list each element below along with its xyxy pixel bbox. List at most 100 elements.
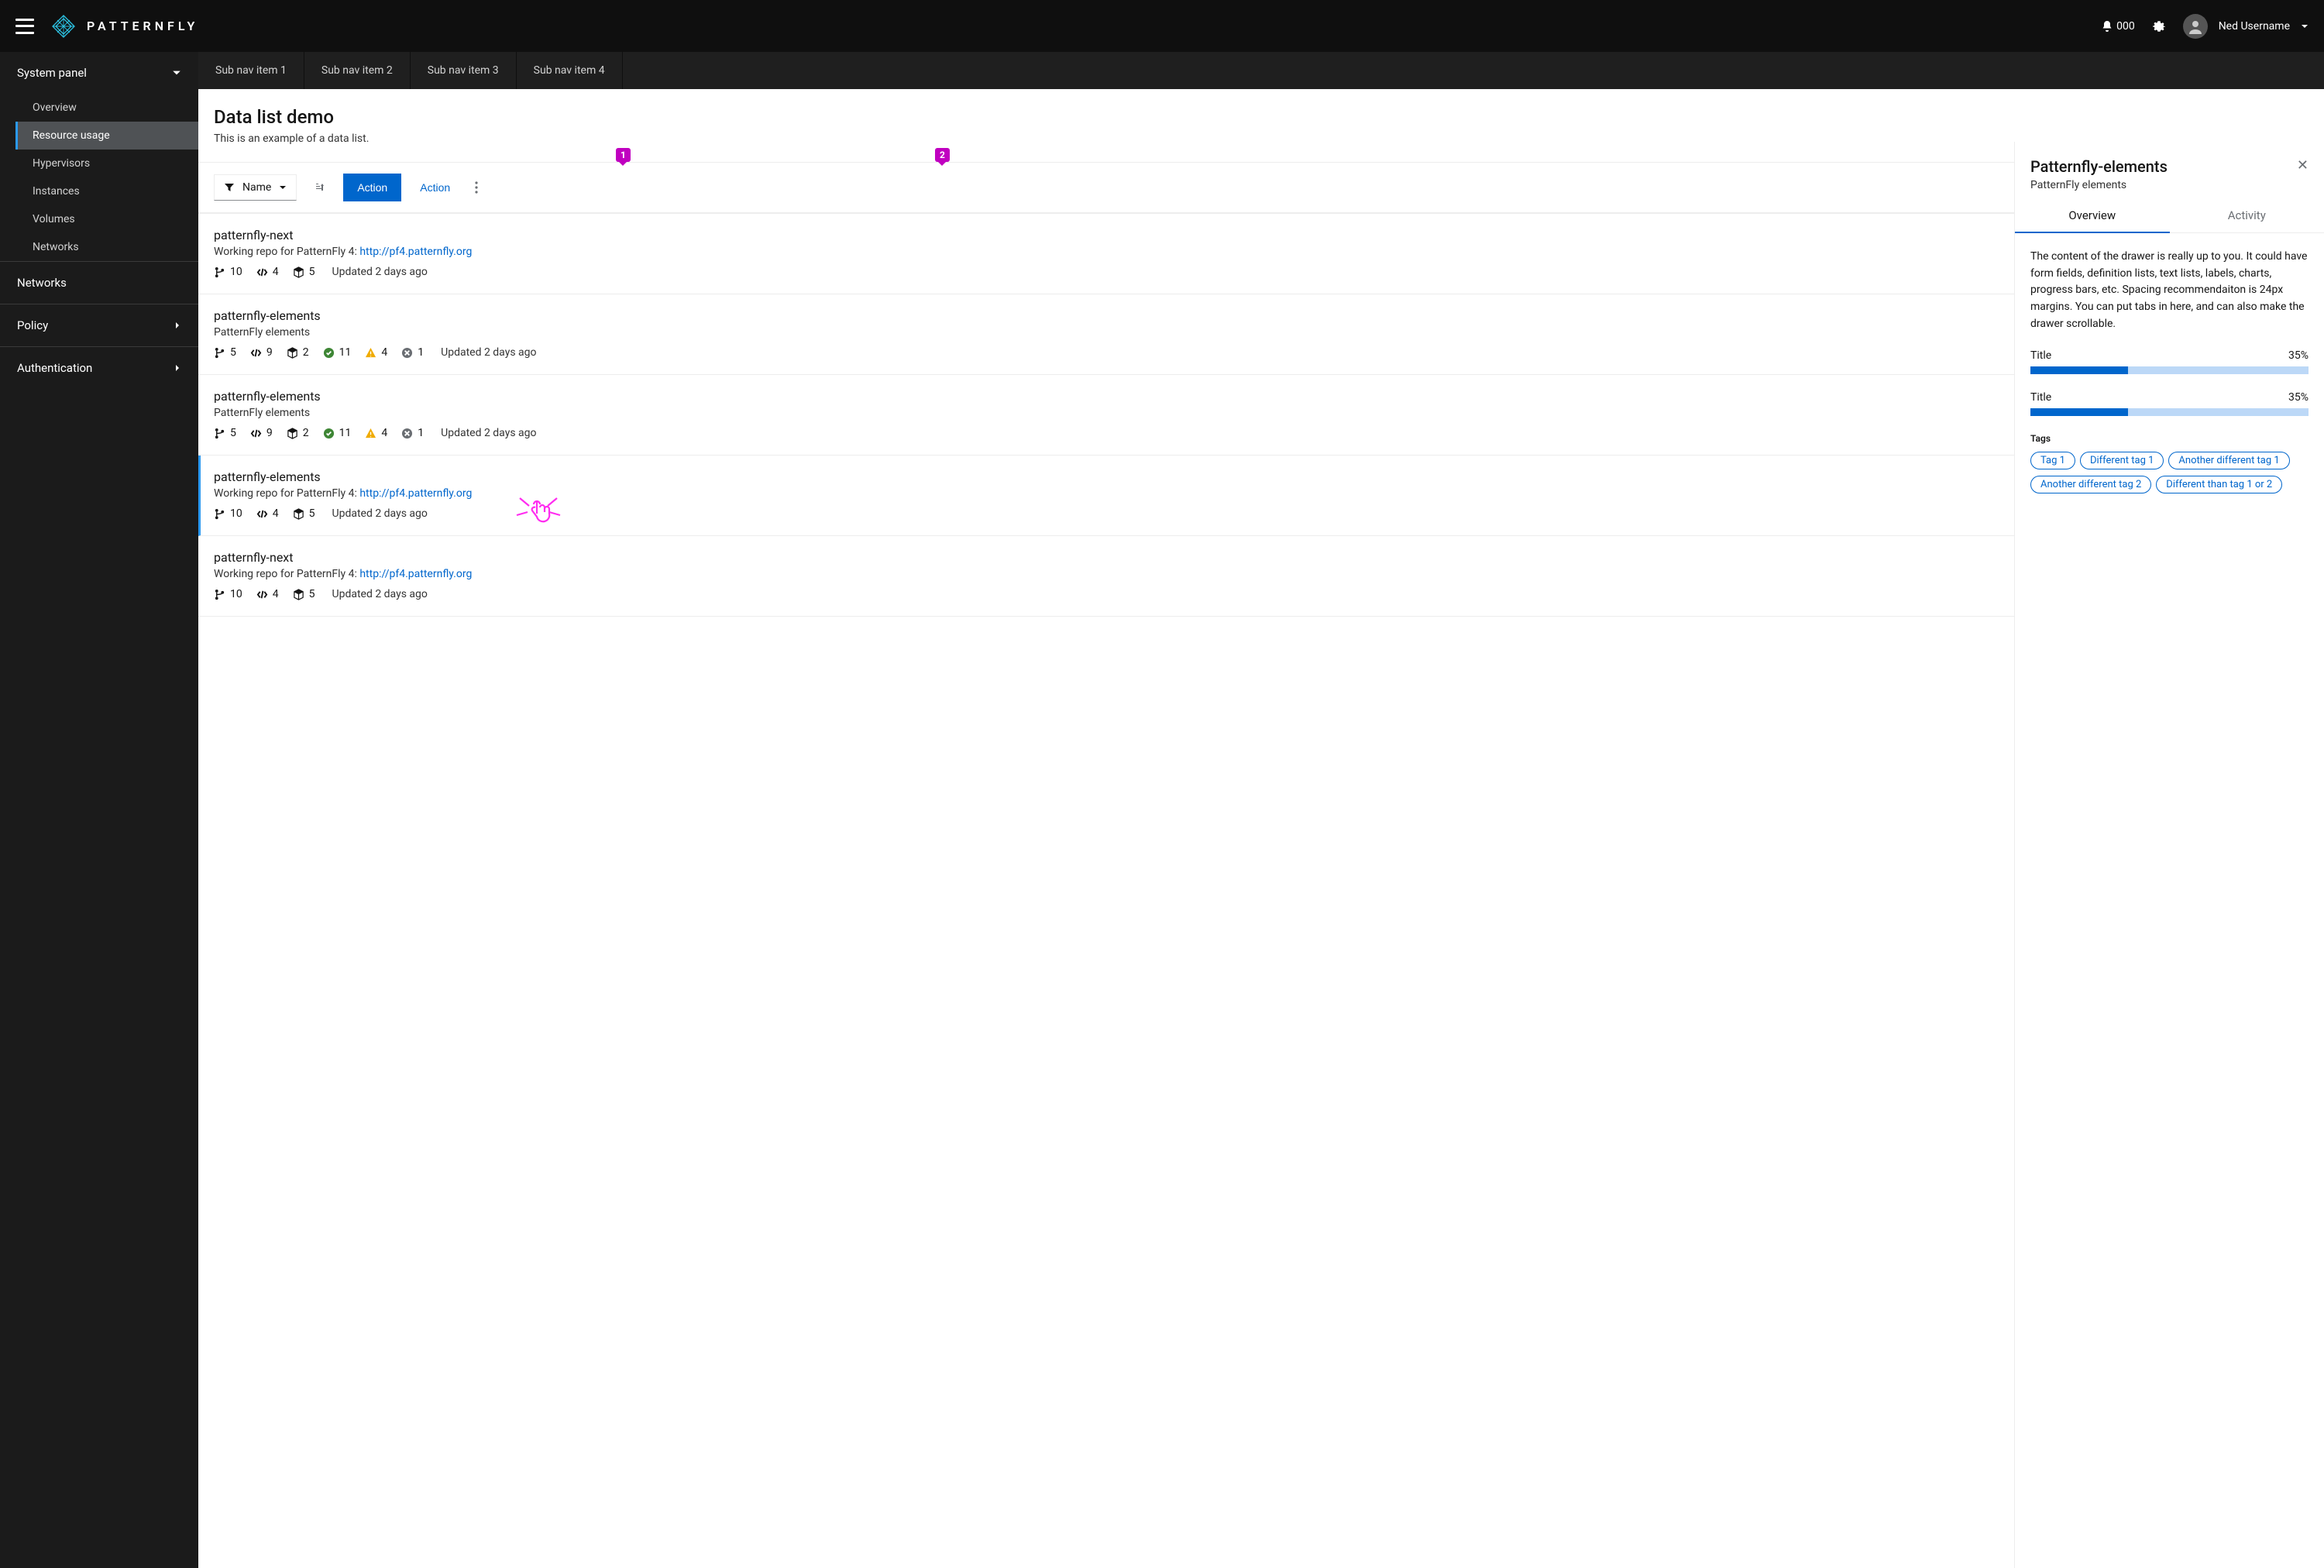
package-stat: 5 xyxy=(293,588,315,600)
package-icon xyxy=(287,428,298,439)
caret-down-icon xyxy=(279,184,287,191)
item-title: patternfly-elements xyxy=(214,389,2309,404)
subnav-item[interactable]: Sub nav item 4 xyxy=(517,52,623,89)
warning-stat: 4 xyxy=(365,427,387,439)
list-item[interactable]: patternfly-nextWorking repo for PatternF… xyxy=(198,536,2324,617)
list-item[interactable]: patternfly-elementsPatternFly elements59… xyxy=(198,294,2324,375)
sidebar-item-volumes[interactable]: Volumes xyxy=(15,205,198,233)
progress-value: 35% xyxy=(2288,349,2309,362)
drawer-close-button[interactable]: ✕ xyxy=(2297,157,2309,174)
sidebar-nav: System panel OverviewResource usageHyper… xyxy=(0,52,198,1568)
package-icon xyxy=(293,508,304,520)
branch-icon xyxy=(214,428,225,439)
sidebar-group-label: Policy xyxy=(17,318,48,332)
tag[interactable]: Tag 1 xyxy=(2030,452,2075,469)
branch-stat: 5 xyxy=(214,427,236,439)
progress-label: Title xyxy=(2030,349,2051,362)
branch-icon xyxy=(214,347,225,359)
subnav-item[interactable]: Sub nav item 3 xyxy=(411,52,517,89)
username: Ned Username xyxy=(2219,20,2290,33)
branch-icon xyxy=(214,266,225,278)
sidebar-group-system-panel[interactable]: System panel xyxy=(0,52,198,94)
updated-text: Updated 2 days ago xyxy=(441,346,536,359)
success-icon xyxy=(323,428,335,439)
repo-link[interactable]: http://pf4.patternfly.org xyxy=(359,568,472,580)
warning-icon xyxy=(365,428,376,439)
branch-icon xyxy=(214,508,225,520)
kebab-icon xyxy=(475,181,478,194)
sidebar-group-authentication[interactable]: Authentication xyxy=(0,347,198,389)
sort-button[interactable] xyxy=(309,177,331,198)
progress-label: Title xyxy=(2030,391,2051,404)
drawer-tab-activity[interactable]: Activity xyxy=(2170,199,2324,232)
annotation-pin-2: 2 xyxy=(935,148,950,162)
action-primary-button[interactable]: Action xyxy=(343,174,401,201)
code-stat: 4 xyxy=(256,266,279,278)
sidebar-item-hypervisors[interactable]: Hypervisors xyxy=(15,150,198,177)
tag[interactable]: Different tag 1 xyxy=(2080,452,2164,469)
tag[interactable]: Another different tag 1 xyxy=(2168,452,2289,469)
page-description: This is an example of a data list. xyxy=(214,132,2309,145)
sidebar-item-instances[interactable]: Instances xyxy=(15,177,198,205)
tag[interactable]: Another different tag 2 xyxy=(2030,476,2151,493)
sidebar-group-policy[interactable]: Policy xyxy=(0,304,198,346)
drawer-subtitle: PatternFly elements xyxy=(2030,179,2168,191)
error-stat: 1 xyxy=(401,427,424,439)
sidebar-group-networks[interactable]: Networks xyxy=(0,262,198,304)
filter-label: Name xyxy=(242,181,271,194)
bell-icon xyxy=(2101,20,2113,33)
sidebar-item-networks[interactable]: Networks xyxy=(15,233,198,261)
package-stat: 2 xyxy=(287,427,309,439)
subnav-item[interactable]: Sub nav item 1 xyxy=(198,52,304,89)
tag[interactable]: Different than tag 1 or 2 xyxy=(2156,476,2282,493)
item-title: patternfly-elements xyxy=(214,469,2309,484)
sidebar-item-resource-usage[interactable]: Resource usage xyxy=(15,122,198,150)
list-item[interactable]: patternfly-elements PatternFly elements 5 9… xyxy=(198,375,2324,456)
item-description: PatternFly elements xyxy=(214,407,2309,419)
repo-link[interactable]: http://pf4.patternfly.org xyxy=(359,246,472,258)
success-stat: 11 xyxy=(323,427,352,439)
code-icon xyxy=(256,508,268,520)
notifications-button[interactable]: 000 xyxy=(2101,20,2135,33)
gear-icon[interactable] xyxy=(2152,19,2166,33)
code-icon xyxy=(256,266,268,278)
warning-icon xyxy=(365,347,376,359)
code-stat: 4 xyxy=(256,507,279,520)
sidebar-item-overview[interactable]: Overview xyxy=(15,94,198,122)
item-description: Working repo for PatternFly 4: http://pf… xyxy=(214,246,2309,258)
code-stat: 9 xyxy=(250,427,273,439)
package-icon xyxy=(293,266,304,278)
notification-count: 000 xyxy=(2116,20,2135,33)
cursor-annotation xyxy=(512,495,566,531)
kebab-menu[interactable] xyxy=(469,175,484,200)
brand-text: PATTERNFLY xyxy=(87,19,198,33)
package-stat: 2 xyxy=(287,346,309,359)
chevron-down-icon xyxy=(172,68,181,77)
code-stat: 9 xyxy=(250,346,273,359)
caret-down-icon xyxy=(2301,22,2309,30)
item-title: patternfly-next xyxy=(214,550,2309,565)
user-menu[interactable]: Ned Username xyxy=(2183,14,2309,39)
error-icon xyxy=(401,347,413,359)
warning-stat: 4 xyxy=(365,346,387,359)
package-stat: 5 xyxy=(293,507,315,520)
branch-stat: 5 xyxy=(214,346,236,359)
details-drawer: Patternfly-elements PatternFly elements … xyxy=(2014,142,2324,1568)
error-stat: 1 xyxy=(401,346,424,359)
drawer-body-text: The content of the drawer is really up t… xyxy=(2030,249,2309,332)
filter-dropdown[interactable]: Name xyxy=(214,174,297,201)
action-link-button[interactable]: Action xyxy=(414,174,456,201)
sort-icon xyxy=(314,181,326,194)
list-item[interactable]: patternfly-nextWorking repo for PatternF… xyxy=(198,214,2324,294)
brand-logo[interactable]: PATTERNFLY xyxy=(51,14,198,39)
branch-icon xyxy=(214,589,225,600)
drawer-tab-overview[interactable]: Overview xyxy=(2015,199,2170,233)
success-icon xyxy=(323,347,335,359)
success-stat: 11 xyxy=(323,346,352,359)
updated-text: Updated 2 days ago xyxy=(332,588,428,600)
nav-toggle[interactable] xyxy=(15,19,34,34)
progress-value: 35% xyxy=(2288,391,2309,404)
repo-link[interactable]: http://pf4.patternfly.org xyxy=(359,487,472,500)
subnav-item[interactable]: Sub nav item 2 xyxy=(304,52,411,89)
code-icon xyxy=(250,347,262,359)
